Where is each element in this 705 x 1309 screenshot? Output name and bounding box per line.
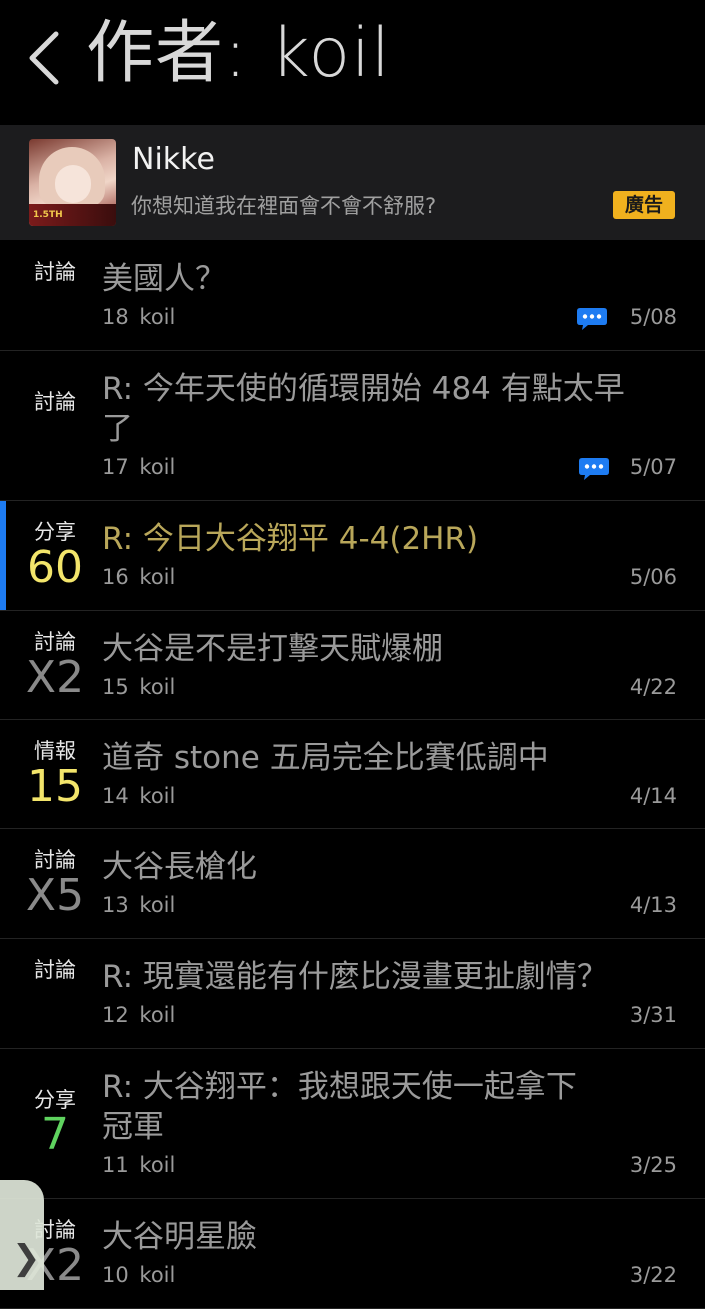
post-date: 5/08	[629, 305, 677, 329]
post-number: 17	[102, 455, 129, 479]
post-number: 18	[102, 305, 129, 329]
post-meta: 14 koil	[102, 784, 175, 808]
post-title[interactable]: R: 現實還能有什麼比漫畫更扯劇情？	[102, 957, 608, 997]
post-date: 4/22	[629, 675, 677, 699]
post-number: 14	[102, 784, 129, 808]
post-meta: 15 koil	[102, 675, 175, 699]
comment-bubble-icon	[579, 458, 609, 480]
post-category: 討論	[34, 390, 76, 414]
post-row[interactable]: 討論 X2 大谷是不是打擊天賦爆棚 15 koil 4/22	[0, 611, 705, 720]
post-number: 11	[102, 1153, 129, 1177]
post-row[interactable]: 討論 X5 大谷長槍化 13 koil 4/13	[0, 829, 705, 939]
post-score: X2	[25, 652, 85, 703]
post-row[interactable]: 討論 X2 大谷明星臉 10 koil 3/22	[0, 1199, 705, 1309]
comment-bubble-icon	[577, 308, 607, 330]
post-category: 討論	[34, 260, 76, 284]
post-author[interactable]: koil	[139, 565, 175, 589]
post-title[interactable]: 美國人？	[102, 259, 226, 299]
post-row[interactable]: 情報 15 道奇 stone 五局完全比賽低調中 14 koil 4/14	[0, 720, 705, 829]
post-title-continued[interactable]: 了	[102, 409, 133, 449]
post-author[interactable]: koil	[139, 305, 175, 329]
post-score: 60	[27, 542, 83, 593]
post-date: 3/25	[629, 1153, 677, 1177]
post-author[interactable]: koil	[139, 1003, 175, 1027]
post-author[interactable]: koil	[139, 893, 175, 917]
post-score: X5	[25, 870, 85, 921]
ad-name[interactable]: Nikke	[132, 142, 215, 177]
back-arrow-icon[interactable]	[26, 30, 66, 86]
ad-image[interactable]: 1.5TH ANNIVERSARY	[29, 139, 116, 226]
post-title[interactable]: 大谷長槍化	[102, 847, 257, 887]
post-meta: 12 koil	[102, 1003, 175, 1027]
post-meta: 18 koil	[102, 305, 175, 329]
post-row[interactable]: 分享 7 R: 大谷翔平：我想跟天使一起拿下 冠軍 11 koil 3/25	[0, 1049, 705, 1199]
post-category: 討論	[34, 958, 76, 982]
post-author[interactable]: koil	[139, 675, 175, 699]
page-title: 作者: koil	[86, 14, 391, 93]
post-score: 15	[27, 761, 83, 812]
post-meta: 13 koil	[102, 893, 175, 917]
post-row[interactable]: 分享 60 R: 今日大谷翔平 4-4(2HR) 16 koil 5/06	[0, 501, 705, 611]
post-author[interactable]: koil	[139, 784, 175, 808]
post-meta: 17 koil	[102, 455, 175, 479]
post-number: 13	[102, 893, 129, 917]
post-title[interactable]: R: 今日大谷翔平 4-4(2HR)	[102, 519, 478, 559]
ad-text[interactable]: 你想知道我在裡面會不會不舒服?	[131, 190, 436, 220]
ad-image-badge: 1.5TH ANNIVERSARY	[29, 204, 116, 226]
post-number: 12	[102, 1003, 129, 1027]
header: 作者: koil	[0, 0, 705, 125]
side-drawer-tab[interactable]: ❯	[0, 1180, 44, 1290]
post-number: 15	[102, 675, 129, 699]
post-row[interactable]: 討論 美國人？ 18 koil 5/08	[0, 241, 705, 351]
post-number: 16	[102, 565, 129, 589]
post-title[interactable]: 大谷是不是打擊天賦爆棚	[102, 629, 443, 669]
post-title[interactable]: 大谷明星臉	[102, 1217, 257, 1257]
post-meta: 16 koil	[102, 565, 175, 589]
post-date: 3/22	[629, 1263, 677, 1287]
post-title-continued[interactable]: 冠軍	[102, 1107, 164, 1147]
chevron-right-icon: ❯	[12, 1238, 41, 1278]
post-meta: 11 koil	[102, 1153, 175, 1177]
post-title[interactable]: 道奇 stone 五局完全比賽低調中	[102, 738, 549, 778]
post-author[interactable]: koil	[139, 1153, 175, 1177]
post-author[interactable]: koil	[139, 1263, 175, 1287]
post-title[interactable]: R: 今年天使的循環開始 484 有點太早	[102, 369, 625, 409]
post-score: 7	[41, 1109, 69, 1160]
post-date: 4/14	[629, 784, 677, 808]
post-date: 5/07	[629, 455, 677, 479]
post-date: 4/13	[629, 893, 677, 917]
post-meta: 10 koil	[102, 1263, 175, 1287]
post-row[interactable]: 討論 R: 今年天使的循環開始 484 有點太早了 17 koil 5/07	[0, 351, 705, 501]
post-date: 5/06	[629, 565, 677, 589]
post-title[interactable]: R: 大谷翔平：我想跟天使一起拿下	[102, 1067, 577, 1107]
ad-tag-badge: 廣告	[613, 191, 675, 219]
post-date: 3/31	[629, 1003, 677, 1027]
post-author[interactable]: koil	[139, 455, 175, 479]
post-row[interactable]: 討論 R: 現實還能有什麼比漫畫更扯劇情？ 12 koil 3/31	[0, 939, 705, 1049]
post-number: 10	[102, 1263, 129, 1287]
